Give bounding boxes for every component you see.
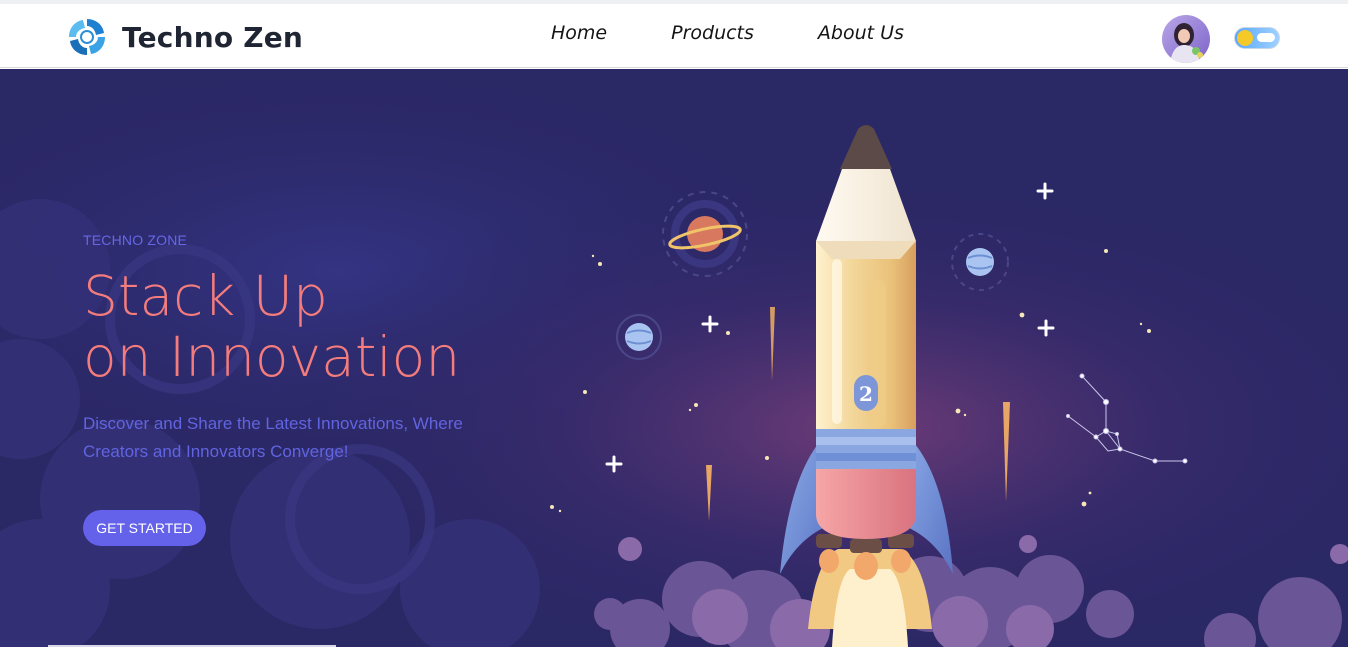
get-started-button[interactable]: GET STARTED <box>83 510 206 546</box>
headline-line-2: on Innovation <box>83 325 461 389</box>
hero-text: TECHNO ZONE Stack Up on Innovation Disco… <box>83 232 553 483</box>
swirl-logo-icon <box>69 19 105 55</box>
hero-eyebrow: TECHNO ZONE <box>83 232 188 248</box>
sun-cloud-toggle-icon[interactable] <box>1234 27 1280 49</box>
main-nav: Home Products About Us <box>551 22 904 44</box>
brand[interactable]: Techno Zen <box>66 16 303 58</box>
brand-name: Techno Zen <box>122 20 304 54</box>
headline-line-1: Stack Up <box>83 264 328 328</box>
nav-about-link[interactable]: About Us <box>818 22 904 44</box>
hero-subtitle: Discover and Share the Latest Innovation… <box>83 414 463 461</box>
avatar-image <box>1162 15 1210 63</box>
navbar: Techno Zen Home Products About Us <box>0 4 1348 68</box>
sun-icon <box>1237 30 1253 46</box>
nav-products-link[interactable]: Products <box>671 22 754 44</box>
cloud-icon <box>1257 33 1275 42</box>
hero-headline: Stack Up on Innovation <box>83 266 553 388</box>
user-avatar[interactable] <box>1162 15 1210 63</box>
hero-section: 2 TECHNO ZONE Stack Up on Innovation Dis… <box>0 69 1348 647</box>
rocket-number: 2 <box>859 382 873 406</box>
nav-home-link[interactable]: Home <box>551 22 607 44</box>
